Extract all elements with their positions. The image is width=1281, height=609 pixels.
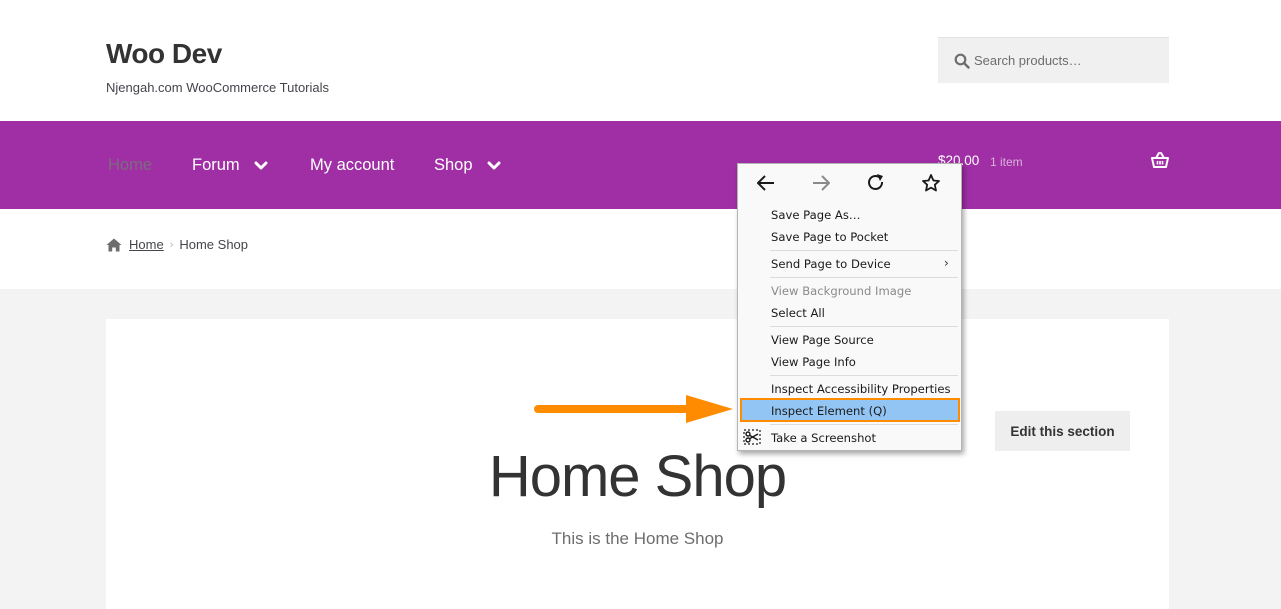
menu-separator <box>770 326 958 327</box>
nav-item-home[interactable]: Home <box>108 156 152 175</box>
search-icon <box>954 53 970 69</box>
menu-item-take-screenshot[interactable]: Take a Screenshot <box>771 431 876 445</box>
reload-icon[interactable] <box>865 173 887 193</box>
page-description: This is the Home Shop <box>551 529 724 548</box>
menu-item-send-to-device[interactable]: Send Page to Device <box>771 257 891 271</box>
content-card: Edit this section Home Shop This is the … <box>106 319 1169 609</box>
nav-item-label: Home <box>108 156 153 174</box>
menu-item-inspect-element[interactable]: Inspect Element (Q) <box>740 398 960 422</box>
chevron-down-icon[interactable] <box>487 161 501 171</box>
search-box[interactable] <box>938 37 1169 83</box>
forward-icon[interactable] <box>810 173 832 193</box>
menu-item-inspect-element-label: Inspect Element (Q) <box>771 404 887 418</box>
basket-icon[interactable] <box>1151 152 1169 168</box>
nav-item-forum[interactable]: Forum <box>192 156 268 175</box>
nav-item-label: Shop <box>434 156 473 174</box>
breadcrumb-current: Home Shop <box>179 237 249 252</box>
page-title: Home Shop <box>488 444 787 509</box>
primary-navigation: Home Forum My account Shop $20.00 1 item <box>0 121 1281 209</box>
menu-separator <box>770 375 958 376</box>
back-icon[interactable] <box>755 173 777 193</box>
cart-count[interactable]: 1 item <box>990 155 1023 169</box>
menu-item-inspect-accessibility[interactable]: Inspect Accessibility Properties <box>771 382 951 396</box>
nav-item-my-account[interactable]: My account <box>310 156 394 175</box>
breadcrumb-band: Home › Home Shop <box>0 209 1281 289</box>
context-menu: Save Page As… Save Page to Pocket Send P… <box>737 163 962 451</box>
bookmark-star-icon[interactable] <box>920 173 942 193</box>
context-menu-navigation <box>738 164 961 202</box>
menu-separator <box>770 424 958 425</box>
breadcrumb-separator-icon: › <box>169 238 174 251</box>
site-tagline: Njengah.com WooCommerce Tutorials <box>106 80 330 95</box>
menu-item-save-page-as[interactable]: Save Page As… <box>771 208 860 222</box>
breadcrumb-home-link[interactable]: Home <box>129 237 164 252</box>
nav-item-shop[interactable]: Shop <box>434 156 501 175</box>
menu-separator <box>770 277 958 278</box>
search-input[interactable] <box>974 38 1164 82</box>
menu-item-view-page-info[interactable]: View Page Info <box>771 355 856 369</box>
menu-item-save-to-pocket[interactable]: Save Page to Pocket <box>771 230 888 244</box>
breadcrumb: Home › Home Shop <box>106 237 248 252</box>
nav-item-label: My account <box>310 156 395 174</box>
nav-item-label: Forum <box>192 156 240 174</box>
site-title[interactable]: Woo Dev <box>106 38 222 70</box>
menu-separator <box>770 250 958 251</box>
home-icon <box>106 238 122 251</box>
annotation-arrow-icon <box>534 395 733 423</box>
screenshot-scissors-icon <box>743 429 761 445</box>
menu-item-select-all[interactable]: Select All <box>771 306 825 320</box>
menu-item-view-background-image: View Background Image <box>771 284 912 298</box>
site-header: Woo Dev Njengah.com WooCommerce Tutorial… <box>0 0 1281 121</box>
menu-item-view-page-source[interactable]: View Page Source <box>771 333 874 347</box>
submenu-chevron-icon: › <box>944 256 949 270</box>
chevron-down-icon[interactable] <box>254 161 268 171</box>
